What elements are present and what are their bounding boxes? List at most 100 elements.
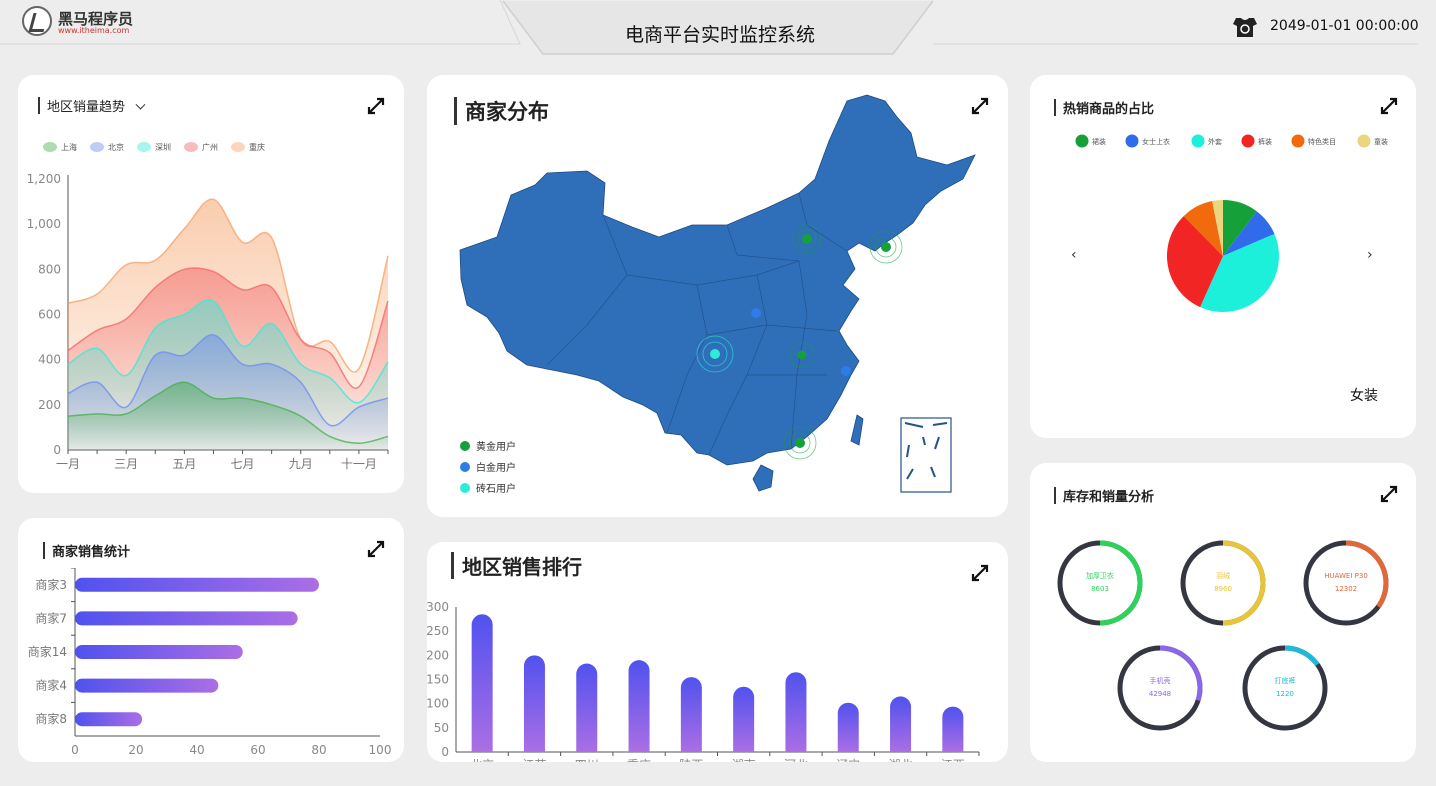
hot-legend: 裙装 女士上衣 外套 裤装 特色类目 童装 xyxy=(1075,134,1388,148)
bar[interactable] xyxy=(628,660,650,752)
x-tick-label: 重庆 xyxy=(627,758,651,762)
trend-title[interactable]: 地区销量趋势 xyxy=(37,96,146,115)
ring-label: 手机壳 xyxy=(1150,676,1171,685)
rank-title: 地区销售排行 xyxy=(451,551,582,580)
legend-label[interactable]: 裙装 xyxy=(1092,137,1106,146)
legend-swatch-icon[interactable] xyxy=(1125,134,1139,148)
y-tick-label: 300 xyxy=(427,600,449,614)
x-tick-label: 40 xyxy=(189,743,204,757)
bar[interactable] xyxy=(523,655,545,752)
bar[interactable] xyxy=(75,678,219,693)
stock-expand-icon[interactable] xyxy=(1380,485,1398,503)
hot-pie xyxy=(1167,200,1279,313)
stock-rings: 加厚卫衣 8603 羽绒 8960 HUAWEI P30 12302 手机壳 42948 打底裤… xyxy=(1057,540,1389,731)
ring-progress[interactable] xyxy=(1099,540,1143,626)
y-tick-label: 1,200 xyxy=(27,172,61,186)
legend-label[interactable]: 上海 xyxy=(61,142,77,152)
x-tick-label: 七月 xyxy=(231,457,255,471)
rank-expand-icon[interactable] xyxy=(971,564,989,582)
legend-label[interactable]: 重庆 xyxy=(249,142,265,152)
legend-dot-icon xyxy=(460,440,470,451)
rank-chart: 0 50 100 150 200 250 300 北京 江苏 四川 重庆 陕西 湖南 河北 辽宁 湖北 江西 xyxy=(427,600,980,762)
legend-label[interactable]: 广州 xyxy=(202,142,218,152)
trend-expand-icon[interactable] xyxy=(367,97,385,115)
x-tick-label: 陕西 xyxy=(679,757,703,762)
legend-swatch-icon[interactable] xyxy=(90,142,104,152)
hainan-shape[interactable] xyxy=(752,464,774,492)
legend-swatch-icon[interactable] xyxy=(1241,134,1255,148)
y-tick-label: 250 xyxy=(427,624,449,638)
x-tick-label: 湖南 xyxy=(732,757,756,762)
logo[interactable]: 黑马程序员 www.itheima.com xyxy=(22,6,152,38)
legend-swatch-icon[interactable] xyxy=(43,142,57,152)
taiwan-shape[interactable] xyxy=(850,414,864,446)
stock-card: 库存和销量分析 加厚卫衣 8603 羽绒 8960 HUAWEI P30 12302 手机壳… xyxy=(1030,463,1416,762)
chevron-down-icon[interactable] xyxy=(135,99,146,110)
x-tick-label: 九月 xyxy=(289,457,313,471)
ring-progress[interactable] xyxy=(1284,645,1320,667)
legend-swatch-icon[interactable] xyxy=(137,142,151,152)
bar[interactable] xyxy=(733,686,755,752)
x-tick-label: 五月 xyxy=(172,457,196,471)
x-tick-label: 0 xyxy=(71,743,79,757)
map-legend-item-gold[interactable]: 黄金用户 xyxy=(460,435,516,456)
theme-switch-icon[interactable] xyxy=(1232,16,1258,38)
bar[interactable] xyxy=(680,677,702,752)
legend-label[interactable]: 童装 xyxy=(1374,137,1388,146)
bar[interactable] xyxy=(75,577,319,592)
y-tick-label: 1,000 xyxy=(27,217,61,231)
seller-chart: 0 20 40 60 80 100 商家3 商家7 商家14 商家4 商家8 xyxy=(28,568,391,757)
legend-swatch-icon[interactable] xyxy=(184,142,198,152)
y-tick-label: 600 xyxy=(38,308,61,322)
datetime: 2049-01-01 00:00:00 xyxy=(1270,18,1419,34)
ring-value: 42948 xyxy=(1149,690,1171,698)
legend-swatch-icon[interactable] xyxy=(1075,134,1089,148)
legend-label: 砖石用户 xyxy=(476,484,516,495)
map-legend-item-platinum[interactable]: 白金用户 xyxy=(460,456,516,477)
ring-value: 12302 xyxy=(1335,585,1357,593)
y-tick-label: 150 xyxy=(427,673,449,687)
seller-title: 商家销售统计 xyxy=(42,541,130,560)
y-tick-label: 商家8 xyxy=(35,711,67,726)
legend-label[interactable]: 特色类目 xyxy=(1308,137,1336,146)
trend-title-text: 地区销量趋势 xyxy=(47,100,126,115)
bar[interactable] xyxy=(75,645,243,659)
ring-progress[interactable] xyxy=(1222,540,1266,626)
bar[interactable] xyxy=(942,706,964,752)
trend-chart: 0 200 400 600 800 1,000 1,200 一月 三月 五月 七月 九月 十一月 xyxy=(27,172,389,471)
y-tick-label: 100 xyxy=(427,697,449,711)
bar[interactable] xyxy=(837,702,859,752)
seller-card: 商家销售统计 0 20 40 60 80 100 商家3 商家7 商家14 商家4 商家8 xyxy=(18,518,404,762)
seller-expand-icon[interactable] xyxy=(367,540,385,558)
legend-label[interactable]: 外套 xyxy=(1208,137,1222,146)
y-tick-label: 200 xyxy=(427,648,449,662)
trend-card: 地区销量趋势 上海 北京 深圳 广州 重庆 0 200 400 600 800 1,000 1,20… xyxy=(18,75,404,493)
china-map-shape[interactable] xyxy=(459,94,976,466)
legend-label[interactable]: 女士上衣 xyxy=(1142,137,1170,146)
legend-swatch-icon[interactable] xyxy=(1291,134,1305,148)
map-legend-item-diamond[interactable]: 砖石用户 xyxy=(460,477,516,498)
y-tick-label: 0 xyxy=(441,745,449,759)
legend-swatch-icon[interactable] xyxy=(231,142,245,152)
bar[interactable] xyxy=(576,663,598,752)
x-tick-label: 三月 xyxy=(114,457,138,471)
ring-label: 打底裤 xyxy=(1275,676,1296,685)
x-tick-label: 河北 xyxy=(784,758,808,762)
bar[interactable] xyxy=(75,611,298,626)
hot-expand-icon[interactable] xyxy=(1380,97,1398,115)
legend-swatch-icon[interactable] xyxy=(1191,134,1205,148)
x-tick-label: 十一月 xyxy=(341,457,377,471)
x-tick-label: 北京 xyxy=(470,758,494,762)
legend-label[interactable]: 北京 xyxy=(108,142,124,152)
legend-label[interactable]: 裤装 xyxy=(1258,137,1272,146)
header: 黑马程序员 www.itheima.com 电商平台实时监控系统 2049-01… xyxy=(0,0,1436,56)
bar[interactable] xyxy=(890,696,912,752)
bar[interactable] xyxy=(471,614,493,752)
y-tick-label: 50 xyxy=(434,721,449,735)
ring-value: 8960 xyxy=(1214,585,1232,593)
legend-label[interactable]: 深圳 xyxy=(155,142,171,152)
hot-title: 热销商品的占比 xyxy=(1053,98,1154,117)
bar[interactable] xyxy=(75,712,143,727)
legend-swatch-icon[interactable] xyxy=(1357,134,1371,148)
bar[interactable] xyxy=(785,672,807,752)
